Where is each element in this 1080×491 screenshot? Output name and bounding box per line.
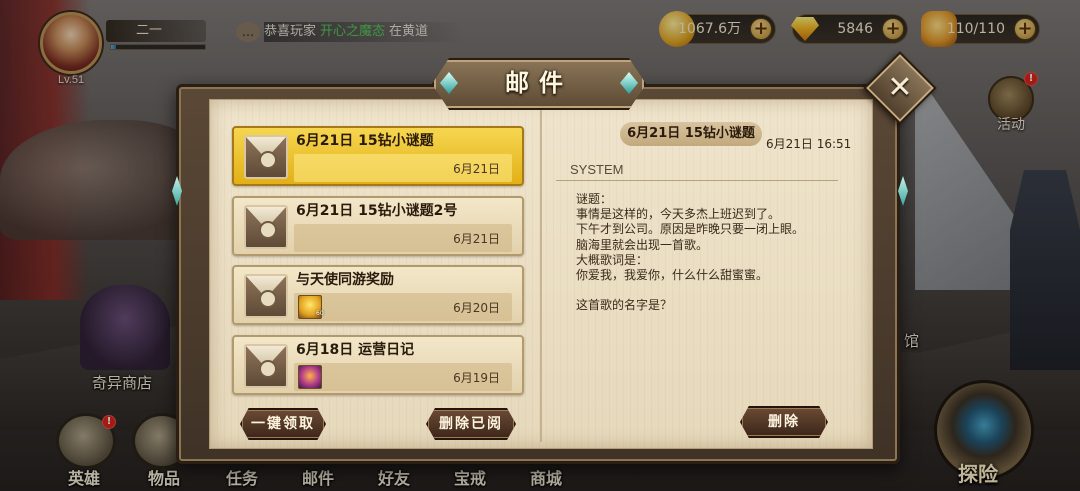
pane-divider bbox=[540, 108, 542, 442]
mail-item[interactable]: 6月21日 15钻小谜题 6月21日 bbox=[232, 126, 524, 186]
mail-item[interactable]: 与天使同游奖励 60 6月20日 bbox=[232, 265, 524, 325]
attachment-count: 60 bbox=[316, 310, 324, 317]
envelope-icon bbox=[244, 135, 288, 179]
sender-divider bbox=[556, 180, 838, 181]
body-line: 脑海里就会出现一首歌。 bbox=[576, 237, 709, 252]
body-line bbox=[576, 283, 846, 298]
claim-all-button[interactable]: 一键领取 bbox=[240, 408, 326, 440]
delete-button[interactable]: 删除 bbox=[740, 406, 828, 438]
mail-subject: 6月18日 运营日记 bbox=[296, 342, 415, 358]
envelope-icon bbox=[244, 344, 288, 388]
mail-subject: 与天使同游奖励 bbox=[296, 272, 394, 288]
delete-read-button[interactable]: 删除已阅 bbox=[426, 408, 516, 440]
mail-date: 6月21日 bbox=[453, 162, 500, 176]
mail-item[interactable]: 6月21日 15钻小谜题2号 6月21日 bbox=[232, 196, 524, 256]
mail-detail-title: 6月21日 15钻小谜题 bbox=[627, 126, 755, 141]
mail-item[interactable]: 6月18日 运营日记 6月19日 bbox=[232, 335, 524, 395]
body-line: 下午才到公司。原因是昨晚只要一闭上眼。 bbox=[576, 222, 805, 237]
mail-date: 6月20日 bbox=[453, 301, 500, 315]
body-line: 事情是这样的，今天多杰上班迟到了。 bbox=[576, 207, 781, 222]
item-attachment-icon bbox=[298, 365, 322, 389]
mail-detail-body: 谜题： 事情是这样的，今天多杰上班迟到了。 下午才到公司。原因是昨晚只要一闭上眼… bbox=[576, 192, 846, 313]
mail-window-title: 邮件 bbox=[505, 69, 573, 97]
close-icon[interactable]: ✕ bbox=[874, 62, 926, 114]
envelope-icon bbox=[244, 274, 288, 318]
mail-detail-time: 6月21日 16:51 bbox=[766, 137, 852, 151]
mail-date: 6月21日 bbox=[453, 232, 500, 246]
body-line: 大概歌词是： bbox=[576, 252, 649, 267]
body-line: 这首歌的名字是？ bbox=[576, 298, 673, 313]
body-line: 你爱我，我爱你，什么什么甜蜜蜜。 bbox=[576, 268, 769, 283]
envelope-icon bbox=[244, 205, 288, 249]
mail-subject: 6月21日 15钻小谜题2号 bbox=[296, 203, 458, 219]
body-line: 谜题： bbox=[576, 192, 613, 206]
mail-detail-sender: SYSTEM bbox=[570, 162, 624, 177]
mail-subject: 6月21日 15钻小谜题 bbox=[296, 133, 434, 149]
mail-date: 6月19日 bbox=[453, 371, 500, 385]
